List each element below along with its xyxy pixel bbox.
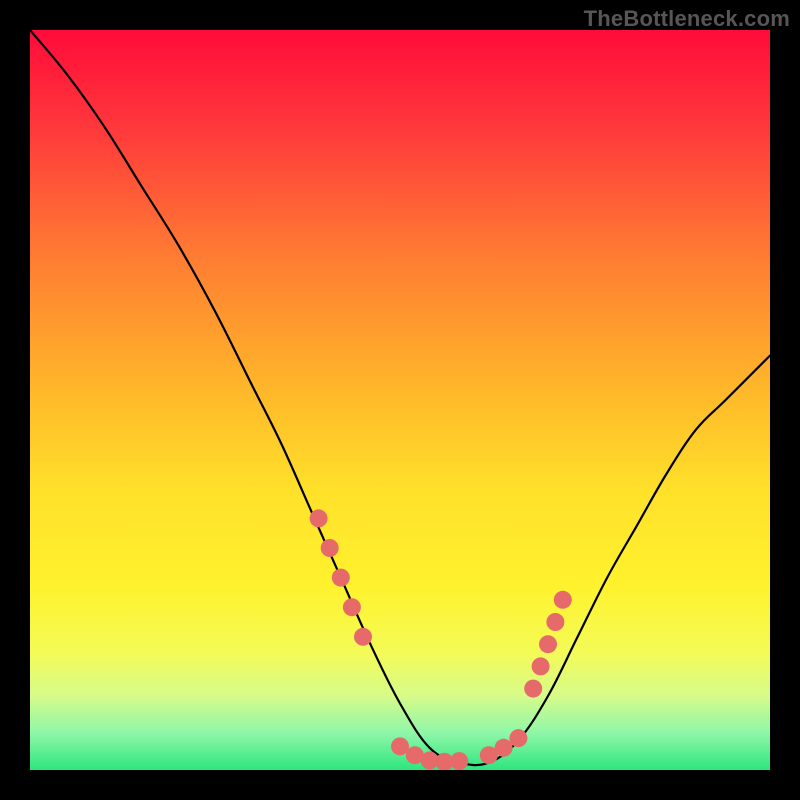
watermark-text: TheBottleneck.com (584, 6, 790, 32)
chart-svg (30, 30, 770, 770)
plot-area (30, 30, 770, 770)
chart-frame: TheBottleneck.com (0, 0, 800, 800)
